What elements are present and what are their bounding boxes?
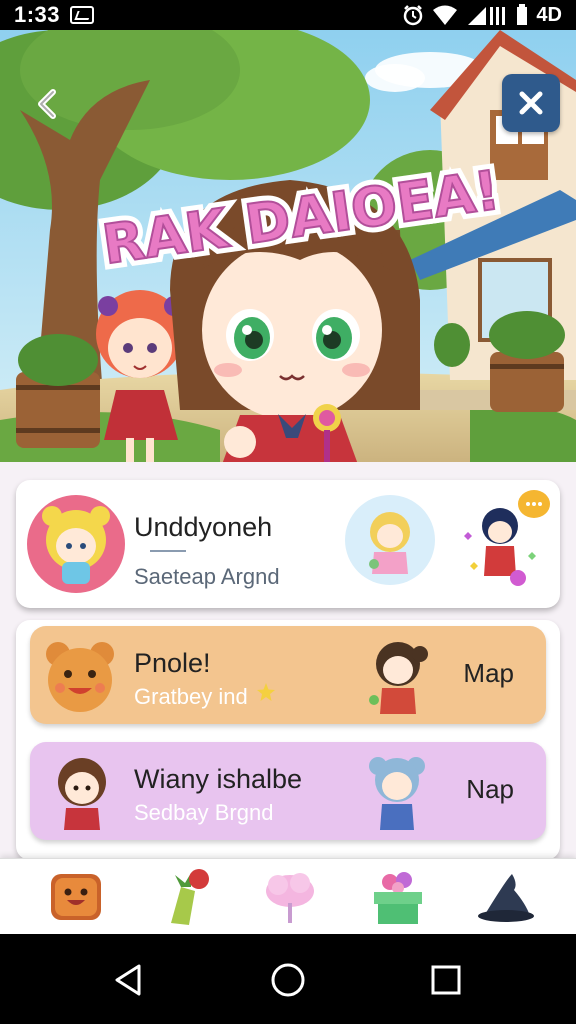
back-arrow-icon [38, 89, 56, 119]
blue-hair-girl-avatar [369, 757, 425, 830]
cotton-candy-icon [266, 873, 314, 923]
dock-item-vegetable[interactable] [156, 865, 220, 929]
toast-icon [51, 874, 101, 920]
card-divider [150, 550, 186, 552]
alarm-icon [404, 5, 423, 26]
battery-icon [517, 4, 528, 25]
status-bar: 1:33 4D [0, 0, 576, 30]
vegetable-icon [171, 869, 209, 925]
status-icons: 4D [402, 4, 562, 27]
close-button[interactable] [502, 74, 560, 132]
status-time: 1:33 [14, 2, 61, 27]
dock-item-wizard-hat[interactable] [474, 865, 538, 929]
profile-card[interactable]: Unddyoneh Saeteap Argnd [16, 480, 560, 608]
star-icon [257, 683, 275, 701]
system-nav-bar [0, 934, 576, 1024]
list-item[interactable]: Pnole! Gratbey ind Map [30, 626, 546, 724]
hero-banner: RAK DAIOEA! RAK DAIOEA! [0, 30, 576, 470]
back-button[interactable] [22, 78, 74, 130]
item-title: Wiany ishalbe [134, 764, 303, 794]
signal-icon [468, 7, 506, 25]
dock-item-gift-box[interactable] [366, 865, 430, 929]
back-triangle-icon [115, 964, 141, 996]
dock-item-toast[interactable] [44, 865, 108, 929]
chat-boy-avatar [464, 490, 550, 586]
bear-girl-avatar [27, 495, 125, 593]
gift-box-icon [374, 872, 422, 924]
bottom-dock [0, 858, 576, 934]
nap-button[interactable]: Nap [466, 774, 514, 805]
nav-recents-button[interactable] [422, 956, 470, 1004]
home-circle-icon [271, 963, 305, 997]
ponytail-girl-avatar [369, 642, 428, 714]
map-button[interactable]: Map [463, 658, 514, 689]
network-type: 4D [536, 3, 562, 26]
wifi-icon [433, 5, 458, 25]
recents-square-icon [431, 965, 461, 995]
card-title: Unddyoneh [134, 512, 273, 542]
notification-icon [70, 6, 95, 24]
item-subtitle: Sedbay Brgnd [134, 800, 274, 825]
item-title: Pnole! [134, 648, 211, 678]
close-icon [519, 91, 543, 115]
nav-home-button[interactable] [264, 956, 312, 1004]
nav-back-button[interactable] [104, 956, 152, 1004]
wizard-hat-icon [478, 874, 534, 922]
bear-avatar [46, 642, 114, 712]
item-subtitle: Gratbey ind [134, 684, 248, 709]
brunette-girl-avatar [58, 758, 106, 830]
blonde-girl-avatar [345, 495, 435, 585]
card-subtitle: Saeteap Argnd [134, 564, 280, 589]
forest-village-illustration [0, 30, 576, 470]
dock-item-cotton-candy[interactable] [258, 865, 322, 929]
list-item[interactable]: Wiany ishalbe Sedbay Brgnd Nap [30, 742, 546, 840]
